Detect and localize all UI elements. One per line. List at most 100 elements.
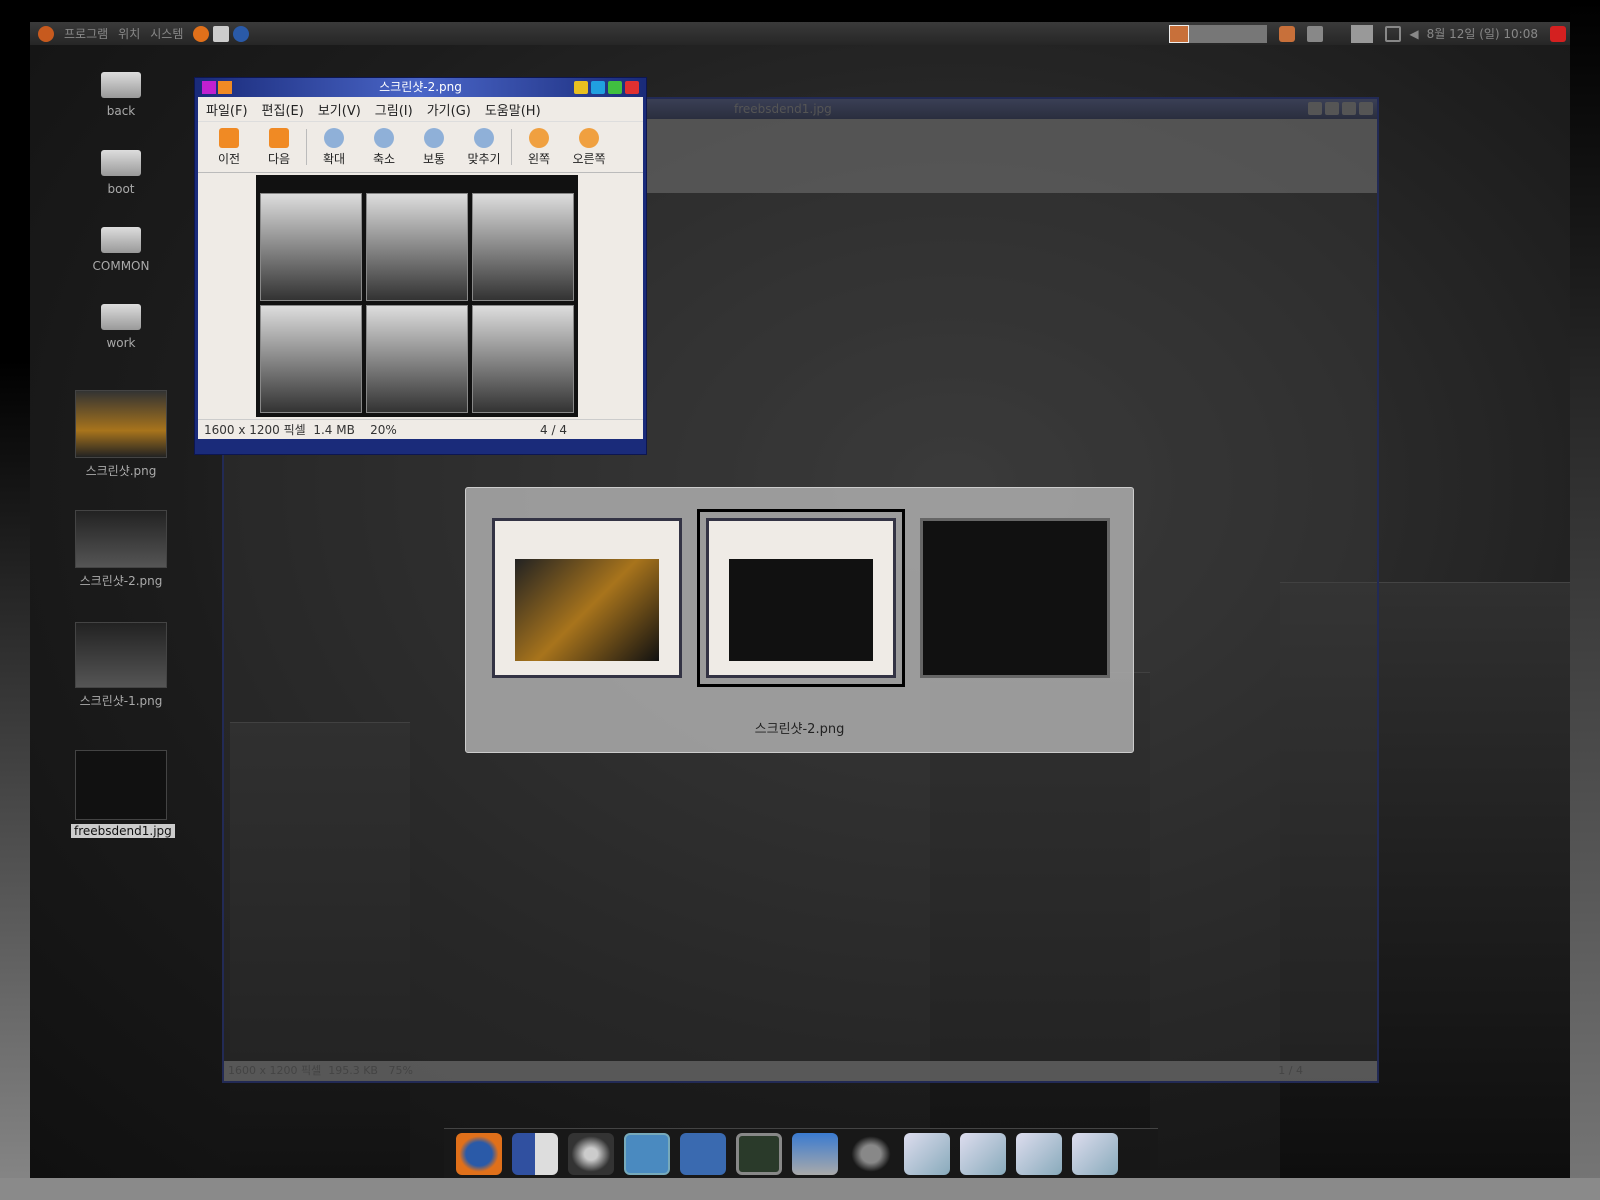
menu-places[interactable]: 위치 (118, 25, 140, 42)
button-label: 오른쪽 (572, 151, 606, 166)
ubuntu-logo-icon[interactable] (38, 25, 54, 42)
switcher-window-thumb-selected[interactable] (697, 509, 905, 687)
rotate-right-icon (579, 127, 599, 148)
drive-icon (101, 150, 141, 176)
menu-applications[interactable]: 프로그램 (64, 25, 108, 42)
clock[interactable]: 8월 12일 (일) 10:08 (1427, 25, 1538, 42)
status-size: 1.4 MB (313, 422, 355, 437)
window-switcher: 스크린샷-2.png (465, 487, 1134, 753)
minimize-button[interactable] (591, 81, 605, 94)
zoom-normal-icon (424, 127, 444, 148)
rotate-left-icon (529, 127, 549, 148)
switcher-window-thumb[interactable] (920, 518, 1110, 678)
switcher-label: 스크린샷-2.png (754, 722, 845, 737)
maximize-button[interactable] (608, 81, 622, 94)
desktop-icon-boot[interactable]: boot (71, 150, 171, 196)
network-icon[interactable] (1385, 25, 1402, 42)
desktop-icon-back[interactable]: back (71, 72, 171, 118)
menu-image[interactable]: 그림(I) (375, 100, 413, 119)
firefox-icon[interactable] (456, 1132, 502, 1175)
rotate-right-button[interactable]: 오른쪽 (564, 127, 614, 167)
image-viewer-window[interactable]: 스크린샷-2.png 파일(F) 편집(E) 보기(V) 그림(I) 가기(G)… (194, 77, 647, 455)
image-thumbnail (75, 510, 167, 568)
menu-go[interactable]: 가기(G) (427, 100, 471, 119)
dock (444, 1128, 1158, 1178)
button-label: 맞추기 (467, 151, 501, 166)
displayed-image (256, 175, 578, 417)
desktop-icon-freebsdend1[interactable]: freebsdend1.jpg (71, 750, 175, 838)
mail-icon[interactable] (213, 25, 230, 42)
menu-edit[interactable]: 편집(E) (262, 100, 304, 119)
screen-border-right (1570, 0, 1600, 1200)
screen-border-bottom (0, 1178, 1600, 1200)
desktop-icon-screenshot-2[interactable]: 스크린샷-2.png (71, 510, 171, 589)
status-dimensions: 1600 x 1200 픽셀 (228, 1064, 322, 1077)
help-icon[interactable] (233, 25, 250, 42)
menu-bar: 파일(F) 편집(E) 보기(V) 그림(I) 가기(G) 도움말(H) (198, 97, 643, 121)
menu-view[interactable]: 보기(V) (318, 100, 361, 119)
workspace-switcher[interactable] (1169, 24, 1190, 43)
gimp-icon[interactable] (848, 1132, 894, 1175)
system-monitor-icon[interactable] (624, 1132, 670, 1175)
volume-icon[interactable]: ◀ (1409, 27, 1418, 41)
icon-label: work (106, 336, 136, 350)
button-label: 왼쪽 (527, 151, 551, 166)
zoom-fit-icon (474, 127, 494, 148)
image-viewer-icon[interactable] (904, 1132, 950, 1175)
arrow-left-icon (219, 127, 239, 148)
menu-file[interactable]: 파일(F) (206, 100, 248, 119)
zoom-out-button[interactable]: 축소 (359, 127, 409, 167)
switcher-window-thumb[interactable] (492, 518, 682, 678)
desktop-icon-screenshot[interactable]: 스크린샷.png (71, 390, 171, 479)
maximize-button[interactable] (1342, 102, 1356, 115)
image-viewer-icon[interactable] (1016, 1132, 1062, 1175)
close-button[interactable] (625, 81, 639, 94)
status-index: 4 / 4 (540, 422, 567, 437)
desktop-icon-common[interactable]: COMMON (71, 227, 171, 273)
status-index: 1 / 4 (1278, 1064, 1303, 1077)
firefox-icon[interactable] (193, 25, 210, 42)
screenshot-applet-icon[interactable] (1307, 25, 1324, 42)
image-viewer-icon[interactable] (1072, 1132, 1118, 1175)
screenshot-icon[interactable] (792, 1132, 838, 1175)
zoom-in-button[interactable]: 확대 (309, 127, 359, 167)
previous-button[interactable]: 이전 (204, 127, 254, 167)
shade-button[interactable] (1308, 102, 1322, 115)
best-fit-button[interactable]: 맞추기 (459, 127, 509, 167)
terminal-icon[interactable] (736, 1132, 782, 1175)
status-dimensions: 1600 x 1200 픽셀 (204, 423, 306, 437)
next-button[interactable]: 다음 (254, 127, 304, 167)
media-icon[interactable] (568, 1132, 614, 1175)
zoom-in-icon (324, 127, 344, 148)
notification-icon[interactable] (1279, 25, 1296, 42)
menu-help[interactable]: 도움말(H) (485, 100, 541, 119)
keyboard-icon[interactable] (1351, 24, 1374, 43)
normal-size-button[interactable]: 보통 (409, 127, 459, 167)
rotate-left-button[interactable]: 왼쪽 (514, 127, 564, 167)
window-title: 스크린샷-2.png (379, 80, 462, 94)
help-icon[interactable] (680, 1132, 726, 1175)
window-list[interactable] (1189, 24, 1268, 43)
toolbar: 이전 다음 확대 축소 보통 맞추기 왼쪽 오른쪽 (198, 121, 643, 173)
desktop-icon-work[interactable]: work (71, 304, 171, 350)
title-bar[interactable]: 스크린샷-2.png (198, 78, 643, 97)
button-label: 축소 (372, 151, 396, 166)
close-button[interactable] (1359, 102, 1373, 115)
icon-label: COMMON (92, 259, 150, 273)
image-viewer-icon[interactable] (960, 1132, 1006, 1175)
minimize-button[interactable] (1325, 102, 1339, 115)
image-canvas[interactable] (198, 173, 643, 419)
button-label: 다음 (267, 151, 291, 166)
drive-icon (101, 72, 141, 98)
menu-system[interactable]: 시스템 (150, 25, 183, 42)
app-icon[interactable] (218, 81, 232, 94)
drive-icon (101, 227, 141, 253)
power-icon[interactable] (1550, 25, 1566, 42)
status-zoom: 20% (370, 422, 397, 437)
file-manager-icon[interactable] (512, 1132, 558, 1175)
shade-button[interactable] (574, 81, 588, 94)
desktop-icon-screenshot-1[interactable]: 스크린샷-1.png (71, 622, 171, 709)
status-size: 195.3 KB (328, 1064, 378, 1077)
toolbar-separator (511, 129, 512, 165)
window-menu-icon[interactable] (202, 81, 216, 94)
